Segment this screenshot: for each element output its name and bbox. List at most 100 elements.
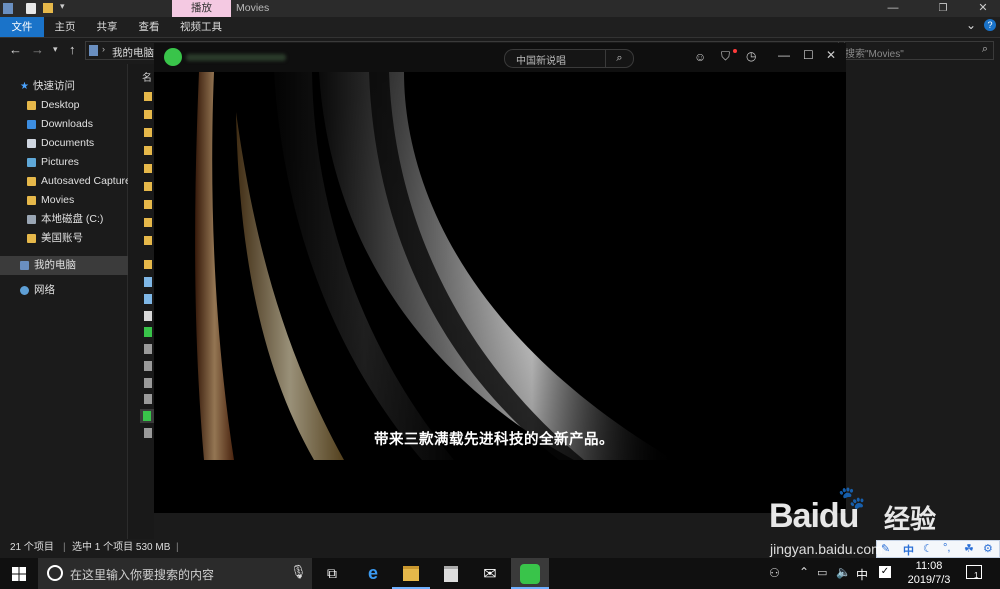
account-icon[interactable]: ☺ — [694, 50, 706, 64]
vignette — [154, 72, 846, 460]
folder-icon — [27, 233, 36, 243]
file-icon[interactable] — [144, 394, 152, 404]
player-search-box[interactable]: 中国新说唱 ⌕ — [504, 49, 634, 68]
search-icon[interactable]: ⌕ — [982, 43, 988, 56]
taskbar-search-box[interactable]: 在这里输入你要搜索的内容 🎙 — [38, 558, 312, 589]
microphone-icon[interactable]: 🎙 — [290, 564, 307, 580]
up-arrow-icon[interactable]: ↑ — [69, 42, 76, 57]
tab-video-tools[interactable]: 视频工具 — [170, 17, 232, 37]
sidebar-item-label: Movies — [41, 194, 75, 206]
file-icon[interactable] — [144, 344, 152, 354]
people-icon[interactable]: ⚇ — [769, 566, 780, 580]
download-folder-icon — [27, 119, 36, 129]
folder-icon[interactable] — [144, 110, 152, 119]
tab-home[interactable]: 主页 — [44, 17, 86, 37]
folder-icon[interactable] — [144, 200, 152, 209]
network-tray-icon[interactable]: ▭ — [817, 566, 827, 579]
edge-browser-icon[interactable]: e — [354, 558, 392, 589]
input-language-indicator[interactable]: 中 — [856, 566, 868, 583]
checkbox-tray-icon[interactable]: ✓ — [879, 566, 891, 578]
context-tab-play[interactable]: 播放 — [172, 0, 231, 17]
folder-icon — [403, 566, 419, 581]
mail-icon[interactable]: ✉ — [471, 558, 509, 589]
player-maximize-button[interactable]: ☐ — [803, 48, 814, 62]
baidu-jingyan-watermark: Baidu 🐾 经验 jingyan.baidu.com — [766, 483, 946, 563]
video-player-taskbar-icon[interactable] — [511, 558, 549, 589]
sidebar-item-label: 本地磁盘 (C:) — [41, 213, 104, 225]
sidebar-item-label: 快速访问 — [32, 80, 75, 92]
clock-time: 11:08 — [915, 560, 943, 572]
sidebar-item-this-pc[interactable]: 我的电脑 — [0, 256, 145, 275]
quick-access-toolbar-dropdown-icon[interactable]: ▾ — [60, 1, 65, 12]
show-hidden-icons-chevron[interactable]: ⌃ — [799, 565, 809, 579]
properties-icon[interactable] — [26, 3, 36, 14]
file-explorer-taskbar-icon[interactable] — [392, 558, 430, 589]
history-clock-icon[interactable]: ◷ — [746, 49, 756, 63]
column-header-name[interactable]: 名 — [142, 69, 152, 84]
folder-icon — [27, 176, 36, 186]
ribbon-expand-icon[interactable]: ⌄ — [966, 18, 976, 32]
minimize-button[interactable]: — — [878, 0, 908, 17]
sidebar-item-quick-access[interactable]: ★ 快速访问 — [0, 77, 145, 96]
video-scene — [154, 72, 846, 460]
start-button[interactable] — [0, 558, 38, 589]
recent-locations-icon[interactable]: ▾ — [53, 44, 58, 55]
folder-icon[interactable] — [144, 146, 152, 155]
sidebar-item-label: Downloads — [41, 118, 93, 130]
video-player-window[interactable]: 中国新说唱 ⌕ ☺ ⛉ ◷ — ☐ ✕ 带来三款满载先进科技的全新产品。 — [154, 43, 846, 513]
folder-icon[interactable] — [144, 92, 152, 101]
video-frame[interactable]: 带来三款满载先进科技的全新产品。 — [154, 72, 846, 460]
explorer-search-box[interactable]: 搜索"Movies" ⌕ — [838, 41, 994, 60]
player-app-icon — [520, 563, 540, 584]
file-icon[interactable] — [144, 428, 152, 438]
folder-icon[interactable] — [144, 128, 152, 137]
skin-shirt-icon[interactable]: ⛉ — [721, 49, 730, 64]
folder-icon[interactable] — [144, 260, 152, 269]
status-divider: | — [63, 542, 66, 553]
forward-arrow-icon[interactable]: → — [31, 42, 44, 57]
selected-file-row[interactable] — [140, 409, 154, 423]
windows-logo-icon — [12, 566, 26, 581]
folder-icon[interactable] — [144, 164, 152, 173]
video-file-icon[interactable] — [144, 327, 152, 337]
ime-skin-icon[interactable]: ☘ — [964, 542, 974, 555]
task-view-icon[interactable]: ⧉ — [313, 558, 351, 589]
volume-icon[interactable]: 🔈 — [836, 565, 851, 579]
taskbar-search-placeholder: 在这里输入你要搜索的内容 — [70, 568, 215, 582]
folder-icon[interactable] — [144, 236, 152, 245]
close-button[interactable]: ✕ — [968, 0, 998, 17]
clock[interactable]: 11:08 2019/7/3 — [902, 559, 956, 587]
restore-button[interactable]: ❐ — [928, 0, 958, 17]
computer-icon — [20, 260, 29, 270]
back-arrow-icon[interactable]: ← — [9, 42, 22, 57]
new-folder-icon[interactable] — [43, 3, 53, 13]
file-icon[interactable] — [144, 311, 152, 321]
ime-settings-icon[interactable]: ⚙ — [983, 542, 993, 555]
store-icon[interactable] — [432, 558, 470, 589]
sidebar-item-label: 我的电脑 — [34, 259, 76, 271]
help-icon[interactable]: ? — [984, 19, 996, 31]
tab-share[interactable]: 共享 — [86, 17, 128, 37]
taskbar: 在这里输入你要搜索的内容 🎙 ⧉ e ✉ ⚇ ⌃ ▭ 🔈 中 ✓ 11:08 2… — [0, 558, 1000, 589]
player-search-icon[interactable]: ⌕ — [605, 50, 633, 67]
window-title: Movies — [236, 2, 270, 14]
player-close-button[interactable]: ✕ — [826, 48, 836, 62]
tab-file[interactable]: 文件 — [0, 17, 44, 37]
file-icon[interactable] — [144, 361, 152, 371]
file-icon[interactable] — [144, 277, 152, 287]
action-center-icon[interactable]: 1 — [966, 565, 982, 580]
folder-icon[interactable] — [144, 218, 152, 227]
player-titlebar[interactable]: 中国新说唱 ⌕ ☺ ⛉ ◷ — ☐ ✕ — [154, 43, 846, 72]
watermark-cn: 经验 — [884, 504, 937, 534]
breadcrumb[interactable]: 我的电脑 — [112, 45, 154, 60]
explorer-titlebar: ▾ 播放 Movies — ❐ ✕ — [0, 0, 1000, 17]
file-list: 名 — [128, 64, 154, 539]
file-icon[interactable] — [144, 294, 152, 304]
folder-icon[interactable] — [144, 182, 152, 191]
player-minimize-button[interactable]: — — [778, 48, 790, 62]
sidebar-item-network[interactable]: 网络 — [0, 281, 145, 300]
cortana-circle-icon — [47, 565, 63, 581]
tab-view[interactable]: 查看 — [128, 17, 170, 37]
file-icon[interactable] — [144, 378, 152, 388]
ribbon-tabs: 文件 主页 共享 查看 视频工具 ⌄ ? — [0, 17, 1000, 38]
